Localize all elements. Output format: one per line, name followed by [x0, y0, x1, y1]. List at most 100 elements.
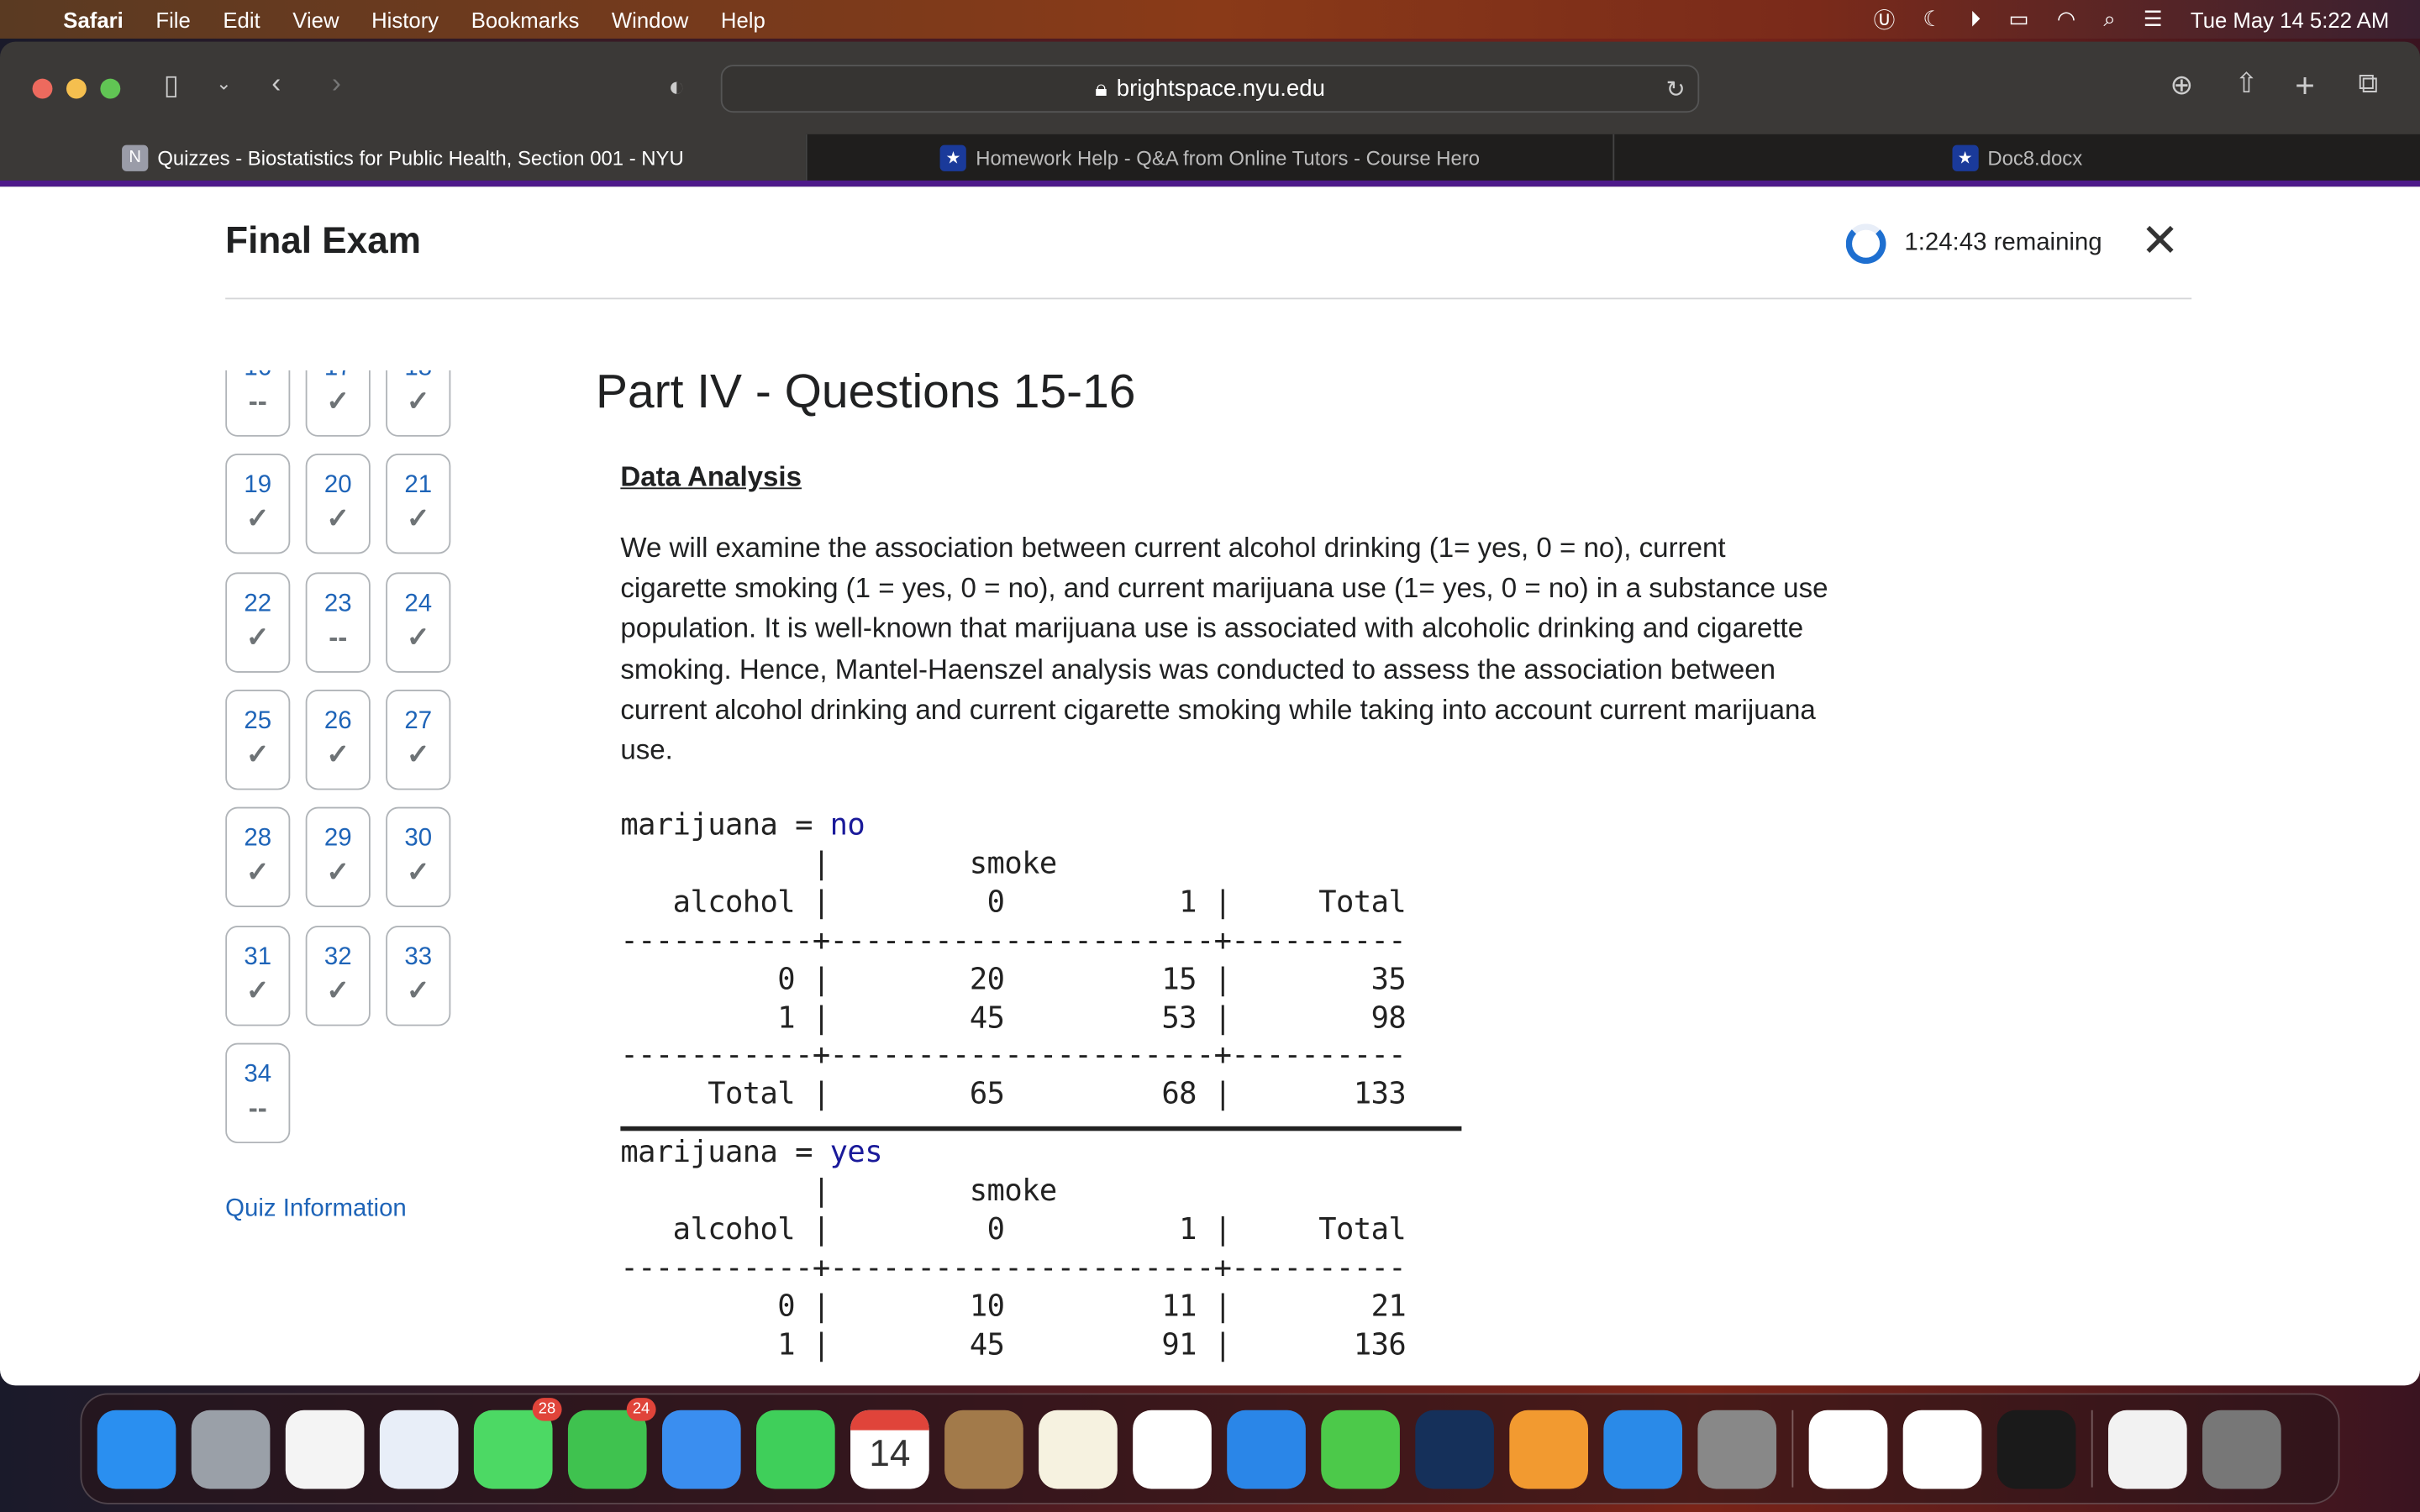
sidebar-icon[interactable]: ▯: [164, 70, 179, 102]
share-icon[interactable]: ⇧: [2235, 68, 2259, 101]
keynote-icon[interactable]: [1227, 1409, 1306, 1488]
tab-overview-icon[interactable]: ⧉: [2359, 68, 2379, 101]
question-24-button[interactable]: 24 ✓: [386, 571, 451, 673]
menu-history[interactable]: History: [371, 7, 439, 31]
trash-icon[interactable]: [2202, 1409, 2281, 1488]
question-34-button[interactable]: 34 --: [225, 1042, 291, 1143]
question-text: We will examine the association between …: [620, 532, 1828, 766]
download-icon[interactable]: ⊕: [2170, 70, 2193, 102]
menu-bar: Safari File Edit View History Bookmarks …: [0, 0, 2420, 39]
tab-course-hero[interactable]: ★ Homework Help - Q&A from Online Tutors…: [805, 134, 1613, 181]
unanswered-icon: --: [248, 1092, 267, 1123]
mail-icon[interactable]: [661, 1409, 741, 1488]
page-title: Final Exam: [225, 220, 421, 263]
question-22-button[interactable]: 22 ✓: [225, 571, 291, 673]
wifi-icon[interactable]: ◠: [2057, 6, 2075, 32]
tab-label: Doc8.docx: [1987, 145, 2083, 170]
tab-doc8[interactable]: ★ Doc8.docx: [1612, 134, 2420, 181]
safari-icon[interactable]: [379, 1409, 459, 1488]
notes-icon[interactable]: [1039, 1409, 1118, 1488]
play-icon[interactable]: ⏵: [1970, 6, 1981, 32]
close-window-button[interactable]: [32, 78, 53, 99]
question-20-button[interactable]: 20 ✓: [305, 454, 371, 554]
apple-tv-icon[interactable]: [1996, 1409, 2076, 1488]
question-29-button[interactable]: 29 ✓: [305, 806, 371, 908]
close-icon[interactable]: ✕: [2141, 214, 2180, 268]
utorrent-status-icon[interactable]: Ⓤ: [1874, 4, 1896, 35]
question-19-button[interactable]: 19 ✓: [225, 454, 291, 554]
zoom-window-button[interactable]: [100, 78, 121, 99]
privacy-shield-icon[interactable]: ◐: [668, 71, 685, 103]
question-23-button[interactable]: 23 --: [305, 571, 371, 673]
tab-quizzes[interactable]: N Quizzes - Biostatistics for Public Hea…: [0, 134, 806, 181]
question-16-button[interactable]: 16 --: [225, 370, 291, 437]
section-heading: Part IV - Questions 15-16: [595, 364, 1136, 418]
numbers-icon[interactable]: [1321, 1409, 1400, 1488]
question-32-button[interactable]: 32 ✓: [305, 925, 371, 1026]
calendar-icon[interactable]: 14: [850, 1409, 929, 1488]
check-icon: ✓: [406, 621, 430, 653]
pages-icon[interactable]: [1509, 1409, 1589, 1488]
whatsapp-icon[interactable]: 24: [567, 1397, 656, 1488]
back-icon[interactable]: ‹: [271, 68, 281, 101]
question-28-button[interactable]: 28 ✓: [225, 806, 291, 908]
question-17-button[interactable]: 17 ✓: [305, 370, 371, 437]
word-icon[interactable]: [1902, 1409, 1982, 1488]
control-center-icon[interactable]: ☰: [2144, 6, 2163, 32]
check-icon: ✓: [326, 386, 350, 417]
check-icon: ✓: [406, 738, 430, 770]
finder-icon[interactable]: [97, 1409, 176, 1488]
system-preferences-icon[interactable]: [1697, 1409, 1777, 1488]
menu-app-name[interactable]: Safari: [63, 7, 123, 31]
question-30-button[interactable]: 30 ✓: [386, 806, 451, 908]
table-row: 0 | 20 15 | 35: [620, 960, 1407, 996]
facetime-icon[interactable]: [756, 1409, 835, 1488]
minimize-window-button[interactable]: [66, 78, 87, 99]
stratum-value: no: [829, 806, 865, 843]
question-33-button[interactable]: 33 ✓: [386, 925, 451, 1026]
new-tab-icon[interactable]: +: [2295, 66, 2315, 107]
menu-edit[interactable]: Edit: [223, 7, 260, 31]
check-icon: ✓: [245, 974, 270, 1005]
question-number: 32: [324, 943, 352, 970]
menu-help[interactable]: Help: [721, 7, 765, 31]
question-25-button[interactable]: 25 ✓: [225, 689, 291, 790]
question-26-button[interactable]: 26 ✓: [305, 689, 371, 790]
menu-file[interactable]: File: [155, 7, 190, 31]
docx-file-icon[interactable]: [2107, 1409, 2187, 1488]
question-27-button[interactable]: 27 ✓: [386, 689, 451, 790]
utorrent-icon[interactable]: [1808, 1409, 1888, 1488]
menu-bookmarks[interactable]: Bookmarks: [471, 7, 580, 31]
app-store-icon[interactable]: [1603, 1409, 1683, 1488]
url-text[interactable]: brightspace.nyu.edu: [1117, 76, 1325, 102]
contacts-icon[interactable]: [944, 1409, 1023, 1488]
clock[interactable]: Tue May 14 5:22 AM: [2191, 7, 2389, 31]
time-remaining: 1:24:43 remaining: [1904, 229, 2102, 256]
question-18-button[interactable]: 18 ✓: [386, 370, 451, 437]
question-31-button[interactable]: 31 ✓: [225, 925, 291, 1026]
stratum-var: marijuana: [620, 1134, 778, 1170]
reload-icon[interactable]: ↻: [1666, 75, 1686, 102]
dock-separator: [2091, 1410, 2093, 1488]
photos-icon[interactable]: [285, 1409, 365, 1488]
messages-icon[interactable]: 28: [473, 1397, 562, 1488]
menu-window[interactable]: Window: [612, 7, 688, 31]
quiz-information-link[interactable]: Quiz Information: [225, 1195, 407, 1223]
chevron-down-icon[interactable]: ⌄: [216, 72, 231, 94]
address-bar[interactable]: 🔒︎ brightspace.nyu.edu ↻: [720, 65, 1700, 113]
stata-output: marijuana = no | smoke alcohol | 0 1 | T…: [620, 806, 1462, 1365]
check-icon: ✓: [245, 856, 270, 888]
column-variable: | smoke: [620, 1173, 1057, 1209]
question-21-button[interactable]: 21 ✓: [386, 454, 451, 554]
menu-view[interactable]: View: [292, 7, 339, 31]
forward-icon[interactable]: ›: [332, 68, 341, 101]
launchpad-icon[interactable]: [191, 1409, 271, 1488]
battery-icon[interactable]: ▭: [2008, 6, 2028, 32]
news-icon[interactable]: [1133, 1409, 1212, 1488]
moon-icon[interactable]: ☾: [1923, 6, 1942, 32]
check-icon: ✓: [245, 621, 270, 653]
question-number: 26: [324, 707, 352, 735]
search-icon[interactable]: ⌕: [2103, 6, 2115, 32]
nyu-app-icon[interactable]: [1415, 1409, 1494, 1488]
calendar-date: 14: [869, 1432, 911, 1475]
